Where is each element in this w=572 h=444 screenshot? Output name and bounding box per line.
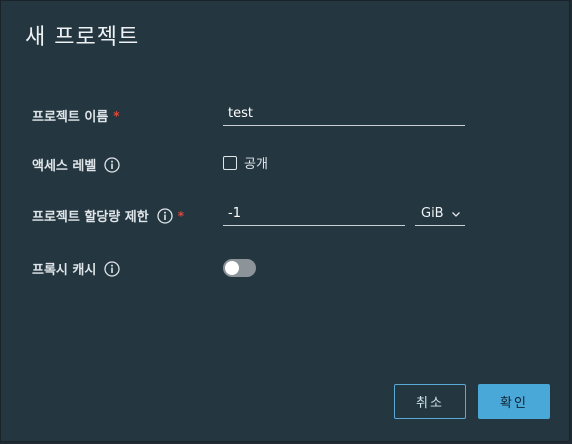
dialog-title: 새 프로젝트	[25, 25, 140, 50]
public-checkbox[interactable]	[223, 155, 237, 170]
new-project-dialog: 새 프로젝트 프로젝트 이름 * 액세스 레벨 공개 프로젝트 할당량 제한 *…	[0, 0, 570, 442]
proxy-cache-label-row: 프록시 캐시	[32, 259, 120, 278]
proxy-cache-label: 프록시 캐시	[32, 263, 97, 278]
ok-button[interactable]: 확인	[478, 384, 550, 419]
toggle-knob	[225, 261, 239, 275]
access-level-label: 액세스 레벨	[32, 159, 97, 174]
project-name-label-row: 프로젝트 이름 *	[32, 106, 120, 126]
info-icon[interactable]	[104, 156, 120, 173]
info-icon[interactable]	[157, 207, 173, 224]
cancel-button[interactable]: 취소	[394, 384, 466, 419]
project-name-label: 프로젝트 이름	[32, 110, 109, 125]
quota-unit-select[interactable]: GiB	[415, 202, 465, 226]
quota-input[interactable]	[223, 202, 405, 226]
required-mark: *	[113, 108, 120, 123]
quota-label: 프로젝트 할당량 제한	[32, 210, 149, 225]
required-mark: *	[177, 208, 184, 223]
chevron-down-icon	[451, 211, 460, 217]
quota-unit-value: GiB	[421, 206, 444, 221]
info-icon[interactable]	[104, 260, 120, 277]
public-checkbox-row[interactable]: 공개	[223, 153, 268, 172]
public-checkbox-label[interactable]: 공개	[244, 153, 268, 172]
access-level-label-row: 액세스 레벨	[32, 155, 120, 174]
project-name-input[interactable]	[223, 102, 465, 126]
quota-label-row: 프로젝트 할당량 제한 *	[32, 206, 184, 225]
proxy-cache-toggle[interactable]	[223, 259, 256, 277]
